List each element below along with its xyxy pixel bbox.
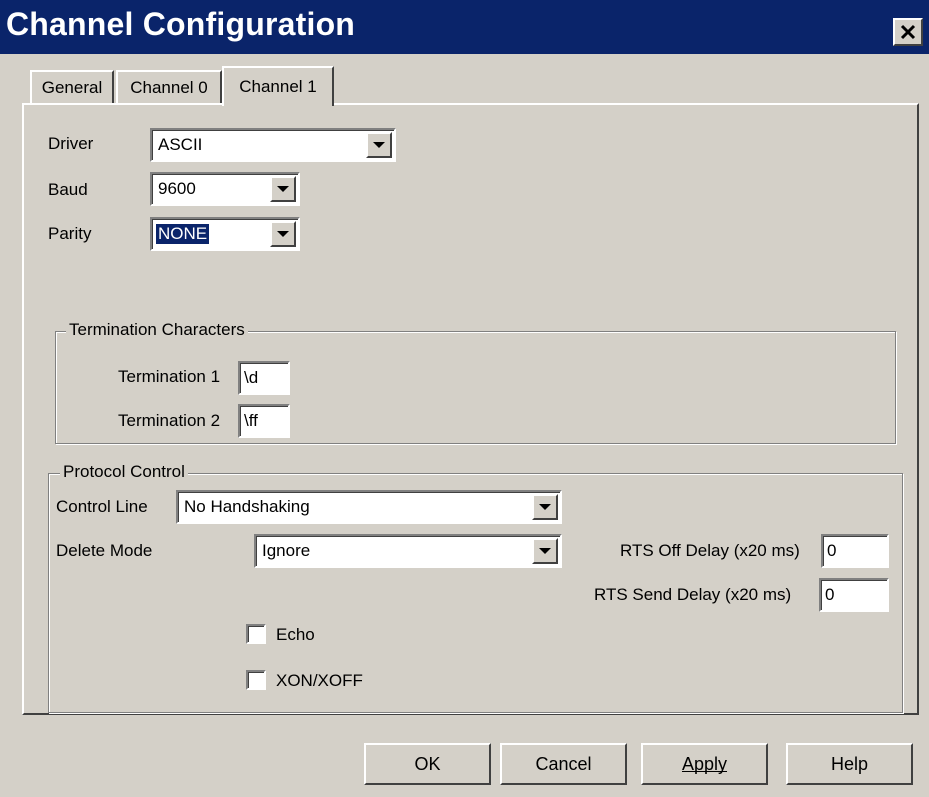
tab-channel-0[interactable]: Channel 0 xyxy=(116,70,222,104)
driver-dropdown-button[interactable] xyxy=(366,132,392,158)
delete-mode-label: Delete Mode xyxy=(56,541,153,560)
rts-off-delay-label: RTS Off Delay (x20 ms) xyxy=(620,541,800,560)
xonxoff-label: XON/XOFF xyxy=(276,671,363,690)
parity-select[interactable]: NONE xyxy=(150,217,300,251)
termination-2-label: Termination 2 xyxy=(118,411,221,430)
driver-label: Driver xyxy=(48,134,94,153)
control-line-select[interactable]: No Handshaking xyxy=(176,490,562,524)
ok-button-label: OK xyxy=(414,753,441,774)
echo-checkbox[interactable] xyxy=(246,624,266,644)
termination-1-input[interactable]: \d xyxy=(238,361,290,395)
tab-label: Channel 1 xyxy=(239,77,317,96)
tab-channel-1[interactable]: Channel 1 xyxy=(222,66,334,106)
rts-off-delay-input[interactable]: 0 xyxy=(821,534,889,568)
tab-label: Channel 0 xyxy=(130,78,208,97)
delete-mode-select[interactable]: Ignore xyxy=(254,534,562,568)
echo-label: Echo xyxy=(276,625,315,644)
help-button[interactable]: Help xyxy=(786,743,913,785)
control-line-value: No Handshaking xyxy=(184,497,310,516)
chevron-down-icon xyxy=(373,142,385,148)
close-button[interactable] xyxy=(893,18,923,46)
rts-send-delay-label: RTS Send Delay (x20 ms) xyxy=(594,585,792,604)
cancel-button[interactable]: Cancel xyxy=(500,743,627,785)
delete-mode-dropdown-button[interactable] xyxy=(532,538,558,564)
help-button-label: Help xyxy=(830,753,869,774)
ok-button[interactable]: OK xyxy=(364,743,491,785)
baud-select[interactable]: 9600 xyxy=(150,172,300,206)
close-icon xyxy=(900,24,916,40)
driver-value: ASCII xyxy=(158,135,203,154)
apply-button-label: Apply xyxy=(681,753,728,774)
termination-2-input[interactable]: \ff xyxy=(238,404,290,438)
chevron-down-icon xyxy=(277,186,289,192)
parity-label: Parity xyxy=(48,224,92,243)
window-title: Channel Configuration xyxy=(6,6,356,42)
baud-label: Baud xyxy=(48,180,88,199)
tab-general[interactable]: General xyxy=(30,70,114,104)
rts-send-delay-input[interactable]: 0 xyxy=(819,578,889,612)
control-line-label: Control Line xyxy=(56,497,148,516)
parity-dropdown-button[interactable] xyxy=(270,221,296,247)
termination-group-title: Termination Characters xyxy=(66,320,248,340)
cancel-button-label: Cancel xyxy=(535,753,592,774)
termination-1-label: Termination 1 xyxy=(118,367,221,386)
delete-mode-value: Ignore xyxy=(262,541,311,560)
parity-value: NONE xyxy=(156,224,210,244)
chevron-down-icon xyxy=(539,548,551,554)
baud-dropdown-button[interactable] xyxy=(270,176,296,202)
title-bar: Channel Configuration xyxy=(0,0,929,54)
driver-select[interactable]: ASCII xyxy=(150,128,396,162)
tab-label: General xyxy=(41,78,103,97)
baud-value: 9600 xyxy=(158,179,196,198)
chevron-down-icon xyxy=(539,504,551,510)
xonxoff-checkbox[interactable] xyxy=(246,670,266,690)
control-line-dropdown-button[interactable] xyxy=(532,494,558,520)
chevron-down-icon xyxy=(277,231,289,237)
apply-button[interactable]: Apply xyxy=(641,743,768,785)
protocol-group-title: Protocol Control xyxy=(60,462,188,482)
